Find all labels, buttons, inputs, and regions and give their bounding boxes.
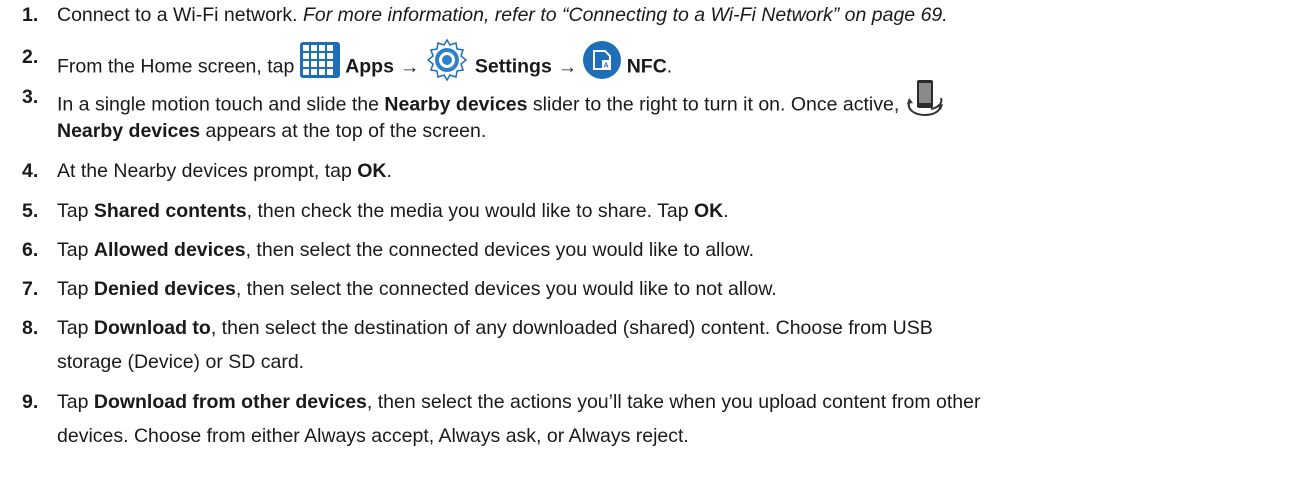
step-text: Connect to a Wi-Fi network. For more inf…	[57, 0, 948, 32]
step-text-part: , then select the connected devices you …	[235, 278, 777, 300]
svg-text:A: A	[604, 63, 609, 70]
step-text: Tap Download to, then select the destina…	[57, 311, 933, 345]
step-text-part: , then select the connected devices you …	[245, 239, 754, 261]
step-text: Tap Allowed devices, then select the con…	[57, 233, 754, 267]
step-number: 9.	[22, 391, 39, 413]
step-text-part: From the Home screen, tap	[57, 55, 300, 78]
step-text-part: Connect to a Wi-Fi network.	[57, 4, 303, 26]
step-text-part: , then select the destination of any dow…	[210, 317, 933, 339]
step-number: 1.	[22, 4, 39, 26]
bold-term: Nearby devices	[384, 93, 528, 116]
step-text-part: Tap	[57, 200, 94, 222]
bold-term: Download to	[93, 317, 211, 339]
bold-term: Nearby devices	[57, 120, 201, 142]
step-text-part: Tap	[57, 317, 94, 339]
settings-label: Settings	[474, 55, 552, 78]
step-number: 5.	[22, 200, 39, 222]
step-text: Tap Download from other devices, then se…	[57, 385, 980, 419]
step-text: storage (Device) or SD card.	[57, 351, 305, 373]
step-text-part: In a single motion touch and slide the	[57, 93, 385, 116]
step-text-part: At the Nearby devices prompt, tap	[57, 160, 358, 182]
step-text-part: Tap	[57, 391, 94, 413]
arrow: →	[399, 55, 420, 78]
step-number: 4.	[22, 160, 39, 182]
nfc-label: NFC	[626, 55, 667, 78]
step-number: 2.	[22, 46, 39, 68]
nearby-devices-icon	[905, 78, 945, 129]
step-text: Tap Denied devices, then select the conn…	[57, 272, 777, 306]
step-text: Nearby devices appears at the top of the…	[57, 114, 486, 148]
step-text-part: .	[386, 160, 392, 182]
page-reference: For more information, refer to “Connecti…	[303, 4, 948, 26]
step-text: Tap Shared contents, then check the medi…	[57, 194, 729, 228]
instruction-page: 1. Connect to a Wi-Fi network. For more …	[0, 0, 1291, 479]
bold-term: Denied devices	[93, 278, 236, 300]
step-number: 6.	[22, 239, 39, 261]
apps-label: Apps	[345, 55, 394, 78]
bold-term: Shared contents	[93, 200, 247, 222]
step-number: 7.	[22, 278, 39, 300]
step-number: 8.	[22, 317, 39, 339]
bold-term: OK	[693, 200, 724, 222]
bold-term: Download from other devices	[93, 391, 367, 413]
step-text-part: , then select the actions you’ll take wh…	[366, 391, 981, 413]
bold-term: OK	[357, 160, 387, 182]
step-text-part: appears at the top of the screen.	[200, 120, 487, 142]
arrow: →	[557, 55, 578, 78]
step-text: At the Nearby devices prompt, tap OK.	[57, 154, 392, 188]
step-number: 3.	[22, 86, 39, 108]
step-text-part: Tap	[57, 278, 94, 300]
bold-term: Allowed devices	[93, 239, 246, 261]
step-text: devices. Choose from either Always accep…	[57, 425, 689, 447]
step-text-part: Tap	[57, 239, 94, 261]
step-text-part: slider to the right to turn it on. Once …	[527, 93, 905, 116]
step-text-part: .	[666, 55, 673, 78]
step-text-part: , then check the media you would like to…	[246, 200, 694, 222]
step-text-part: .	[723, 200, 729, 222]
